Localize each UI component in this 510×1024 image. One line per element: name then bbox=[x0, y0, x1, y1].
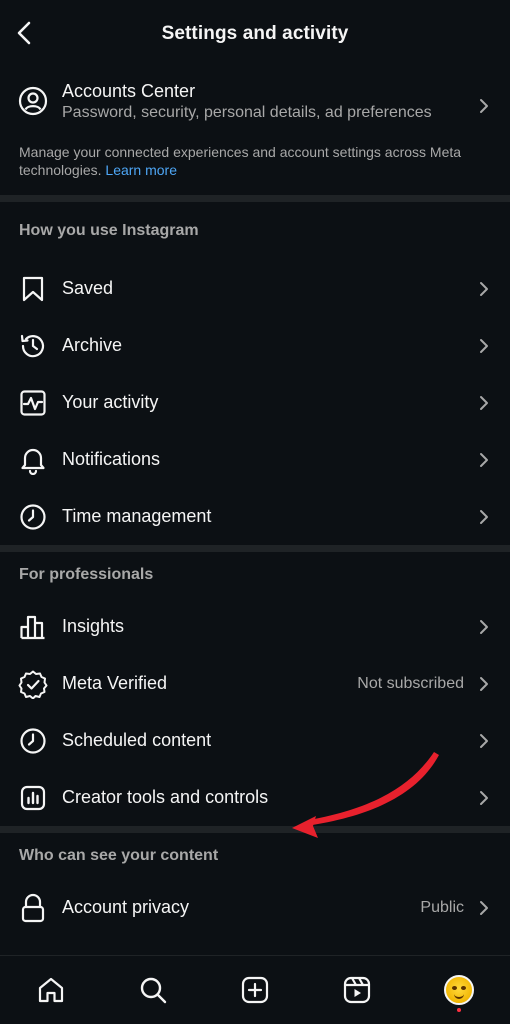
page-title: Settings and activity bbox=[161, 23, 349, 44]
accounts-center-subtitle: Password, security, personal details, ad… bbox=[62, 104, 432, 121]
header: Settings and activity bbox=[0, 0, 510, 68]
subscription-status: Not subscribed bbox=[357, 674, 464, 692]
chevron-right-icon bbox=[480, 790, 488, 805]
menu-item-your-activity[interactable]: Your activity bbox=[0, 374, 510, 431]
chevron-right-icon bbox=[480, 452, 488, 467]
verified-badge-icon bbox=[18, 669, 48, 699]
menu-item-label: Notifications bbox=[62, 449, 161, 469]
manage-note-text: Manage your connected experiences and ac… bbox=[19, 144, 462, 178]
accounts-center-title: Accounts Center bbox=[62, 81, 196, 101]
menu-item-label: Saved bbox=[62, 278, 114, 298]
section-divider bbox=[0, 195, 510, 202]
section-divider bbox=[0, 545, 510, 552]
create-icon bbox=[241, 976, 269, 1004]
user-circle-icon bbox=[18, 86, 48, 116]
section-title: Who can see your content bbox=[19, 847, 219, 864]
manage-note: Manage your connected experiences and ac… bbox=[0, 123, 510, 193]
menu-item-label: Time management bbox=[62, 506, 212, 526]
chevron-right-icon bbox=[480, 900, 488, 915]
chevron-right-icon bbox=[480, 338, 488, 353]
home-tab[interactable] bbox=[31, 970, 71, 1010]
notification-dot bbox=[457, 1008, 461, 1012]
menu-item-saved[interactable]: Saved bbox=[0, 260, 510, 317]
menu-item-account-privacy[interactable]: Account privacy Public bbox=[0, 879, 510, 936]
menu-item-label: Your activity bbox=[62, 392, 159, 412]
archive-icon bbox=[18, 331, 48, 361]
menu-item-label: Scheduled content bbox=[62, 730, 212, 750]
menu-item-insights[interactable]: Insights bbox=[0, 598, 510, 655]
chevron-right-icon bbox=[480, 395, 488, 410]
menu-item-label: Insights bbox=[62, 616, 125, 636]
home-icon bbox=[38, 977, 64, 1003]
avatar bbox=[444, 975, 474, 1005]
creator-tools-icon bbox=[18, 783, 48, 813]
back-button[interactable] bbox=[10, 18, 38, 48]
menu-item-scheduled-content[interactable]: Scheduled content bbox=[0, 712, 510, 769]
section-title: How you use Instagram bbox=[19, 222, 199, 239]
accounts-center-row[interactable]: Accounts Center Password, security, pers… bbox=[0, 68, 510, 123]
menu-item-label: Meta Verified bbox=[62, 673, 168, 693]
activity-icon bbox=[18, 388, 48, 418]
clock-icon bbox=[18, 726, 48, 756]
chevron-right-icon bbox=[480, 509, 488, 524]
chevron-right-icon bbox=[480, 281, 488, 296]
profile-tab[interactable] bbox=[439, 970, 479, 1012]
search-tab[interactable] bbox=[133, 970, 173, 1010]
section-title: For professionals bbox=[19, 566, 154, 583]
bar-chart-icon bbox=[18, 612, 48, 642]
menu-item-time-management[interactable]: Time management bbox=[0, 488, 510, 545]
create-tab[interactable] bbox=[235, 970, 275, 1010]
privacy-status: Public bbox=[420, 898, 464, 916]
chevron-left-icon bbox=[17, 21, 31, 45]
menu-item-notifications[interactable]: Notifications bbox=[0, 431, 510, 488]
chevron-right-icon bbox=[480, 733, 488, 748]
menu-item-label: Creator tools and controls bbox=[62, 787, 269, 807]
menu-item-meta-verified[interactable]: Meta Verified Not subscribed bbox=[0, 655, 510, 712]
bottom-navigation bbox=[0, 955, 510, 1024]
menu-item-archive[interactable]: Archive bbox=[0, 317, 510, 374]
bell-icon bbox=[18, 445, 48, 475]
search-icon bbox=[140, 977, 167, 1004]
menu-item-label: Account privacy bbox=[62, 897, 190, 917]
chevron-right-icon bbox=[480, 619, 488, 634]
menu-item-label: Archive bbox=[62, 335, 123, 355]
reels-icon bbox=[343, 976, 371, 1004]
menu-item-creator-tools[interactable]: Creator tools and controls bbox=[0, 769, 510, 826]
chevron-right-icon bbox=[480, 99, 488, 113]
learn-more-link[interactable]: Learn more bbox=[105, 162, 177, 178]
clock-icon bbox=[18, 502, 48, 532]
chevron-right-icon bbox=[480, 676, 488, 691]
reels-tab[interactable] bbox=[337, 970, 377, 1010]
bookmark-icon bbox=[18, 274, 48, 304]
lock-icon bbox=[18, 893, 48, 923]
section-divider bbox=[0, 826, 510, 833]
